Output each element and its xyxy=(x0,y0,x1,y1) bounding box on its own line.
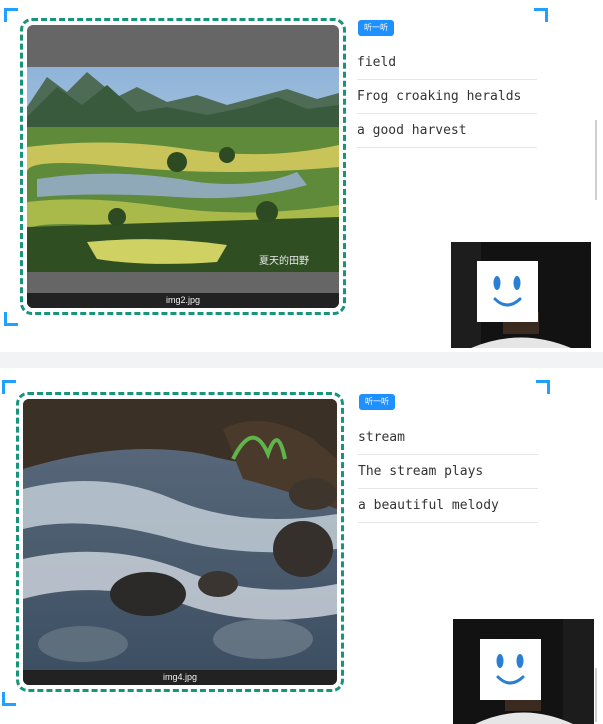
corner-bracket-icon xyxy=(4,312,18,326)
corner-bracket-icon xyxy=(2,380,16,394)
image-frame: img4.jpg xyxy=(16,392,344,692)
image-watermark: 夏天的田野 xyxy=(259,254,309,267)
lesson-card-2: img4.jpg 听一听 stream The stream plays a b… xyxy=(0,368,603,724)
smiley-face-icon xyxy=(480,639,541,700)
word-list: stream The stream plays a beautiful melo… xyxy=(358,421,538,523)
image-viewer[interactable]: img4.jpg xyxy=(23,399,337,685)
corner-bracket-icon xyxy=(4,8,18,22)
webcam-preview xyxy=(453,619,594,724)
listen-button[interactable]: 听一听 xyxy=(359,394,395,410)
image-caption: img4.jpg xyxy=(23,670,337,685)
corner-bracket-icon xyxy=(2,692,16,706)
scrollbar[interactable] xyxy=(595,668,597,722)
phrase-item[interactable]: Frog croaking heralds xyxy=(357,80,537,114)
lesson-card-1: 夏天的田野 img2.jpg 听一听 field Frog croaking h… xyxy=(0,0,603,352)
corner-bracket-icon xyxy=(534,8,548,22)
phrase-item[interactable]: a beautiful melody xyxy=(358,489,538,523)
word-item[interactable]: field xyxy=(357,46,537,80)
corner-bracket-icon xyxy=(536,380,550,394)
smiley-face-icon xyxy=(477,261,538,322)
card-separator xyxy=(0,352,603,368)
image-viewer[interactable]: 夏天的田野 img2.jpg xyxy=(27,25,339,308)
image-frame: 夏天的田野 img2.jpg xyxy=(20,18,346,315)
word-list: field Frog croaking heralds a good harve… xyxy=(357,46,537,148)
image-caption: img2.jpg xyxy=(27,293,339,308)
landscape-photo: 夏天的田野 xyxy=(27,67,339,272)
word-item[interactable]: stream xyxy=(358,421,538,455)
stream-photo xyxy=(23,399,337,670)
listen-button[interactable]: 听一听 xyxy=(358,20,394,36)
phrase-item[interactable]: a good harvest xyxy=(357,114,537,148)
webcam-preview xyxy=(451,242,591,348)
scrollbar[interactable] xyxy=(595,120,597,200)
phrase-item[interactable]: The stream plays xyxy=(358,455,538,489)
